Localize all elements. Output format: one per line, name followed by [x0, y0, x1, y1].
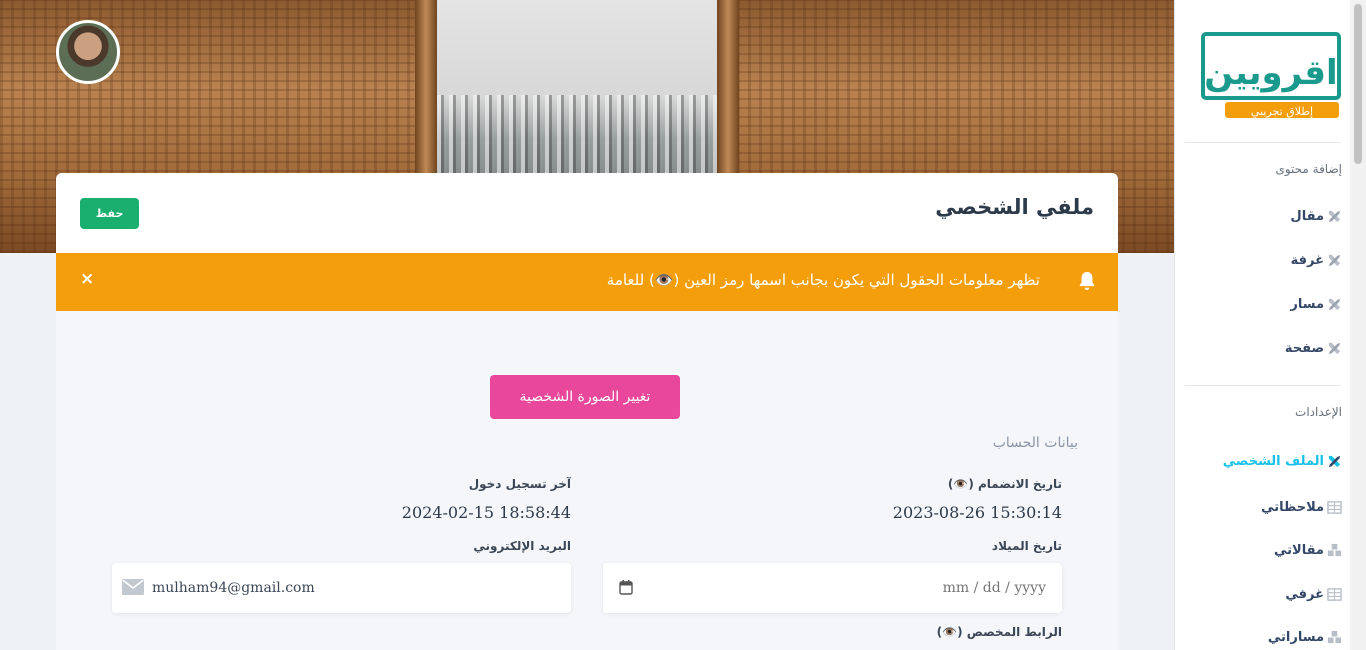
section-title: بيانات الحساب: [992, 435, 1078, 451]
tools-icon: [1328, 210, 1341, 222]
tools-icon: [1328, 298, 1341, 310]
sidebar-item-label: الملف الشخصي: [1222, 453, 1324, 469]
boxes-icon: [1327, 543, 1342, 556]
scrollbar-thumb[interactable]: [1354, 4, 1362, 164]
table-icon: [1327, 587, 1342, 601]
page-scrollbar[interactable]: [1350, 0, 1366, 650]
custom-link-label: الرابط المخصص (👁️): [936, 625, 1062, 639]
profile-header: ملفي الشخصي حفظ: [56, 173, 1118, 253]
sidebar-item-profile[interactable]: الملف الشخصي: [1223, 450, 1342, 472]
join-date-label: تاريخ الانضمام (👁️): [947, 477, 1062, 491]
birthdate-field[interactable]: [603, 563, 1062, 613]
sidebar-item-label: مقال: [1290, 208, 1324, 224]
logo-text: اقرويين: [1204, 53, 1337, 93]
tools-icon: [1328, 455, 1341, 467]
sidebar-item-article[interactable]: مقال: [1290, 205, 1342, 227]
logo-tagline: إطلاق تجريبي: [1251, 105, 1313, 118]
sidebar-divider: [1185, 142, 1341, 143]
email-label: البريد الإلكتروني: [473, 539, 571, 553]
join-date-value: 2023-08-26 15:30:14: [892, 503, 1062, 522]
email-field[interactable]: [112, 563, 571, 613]
change-photo-button[interactable]: تغيير الصورة الشخصية: [490, 375, 680, 419]
birthdate-label: تاريخ الميلاد: [991, 539, 1062, 553]
envelope-icon: [122, 579, 144, 595]
birthdate-input[interactable]: [746, 563, 1046, 613]
sidebar-item-label: مساراتي: [1267, 629, 1324, 645]
alert-message: تظهر معلومات الحقول التي يكون بجانب اسمه…: [606, 271, 1040, 289]
sidebar-item-notes[interactable]: ملاحظاتي: [1261, 496, 1342, 518]
info-alert: تظهر معلومات الحقول التي يكون بجانب اسمه…: [56, 253, 1118, 311]
sidebar-item-label: غرفي: [1285, 586, 1324, 602]
last-login-label: آخر تسجيل دخول: [468, 477, 571, 491]
tools-icon: [1328, 254, 1341, 266]
email-input[interactable]: [152, 563, 552, 613]
sidebar-divider: [1185, 385, 1341, 386]
table-icon: [1327, 500, 1342, 514]
boxes-icon: [1327, 630, 1342, 643]
bell-icon: [1079, 272, 1095, 290]
sidebar-item-my-articles[interactable]: مقالاتي: [1274, 539, 1342, 561]
sidebar-item-label: ملاحظاتي: [1261, 499, 1324, 515]
page-title: ملفي الشخصي: [935, 195, 1094, 219]
sidebar-item-room[interactable]: غرفة: [1291, 249, 1342, 271]
logo[interactable]: اقرويين إطلاق تجريبي: [1199, 28, 1343, 120]
sidebar: اقرويين إطلاق تجريبي إضافة محتوى مقال غر…: [1174, 0, 1350, 650]
sidebar-item-my-paths[interactable]: مساراتي: [1268, 626, 1342, 648]
sidebar-item-label: مقالاتي: [1273, 542, 1324, 558]
sidebar-item-label: مسار: [1290, 296, 1324, 312]
save-button[interactable]: حفظ: [80, 198, 139, 229]
sidebar-item-my-rooms[interactable]: غرفي: [1285, 583, 1342, 605]
sidebar-item-label: صفحة: [1284, 340, 1324, 356]
close-icon[interactable]: ×: [80, 269, 94, 289]
add-content-heading: إضافة محتوى: [1275, 162, 1342, 176]
tools-icon: [1328, 342, 1341, 354]
calendar-icon[interactable]: [619, 579, 633, 595]
settings-heading: الإعدادات: [1295, 405, 1342, 419]
sidebar-item-path[interactable]: مسار: [1290, 293, 1342, 315]
profile-form: تغيير الصورة الشخصية بيانات الحساب تاريخ…: [56, 311, 1118, 650]
last-login-value: 2024-02-15 18:58:44: [401, 503, 571, 522]
avatar[interactable]: [56, 20, 120, 84]
sidebar-item-label: غرفة: [1290, 252, 1324, 268]
sidebar-item-page[interactable]: صفحة: [1285, 337, 1342, 359]
